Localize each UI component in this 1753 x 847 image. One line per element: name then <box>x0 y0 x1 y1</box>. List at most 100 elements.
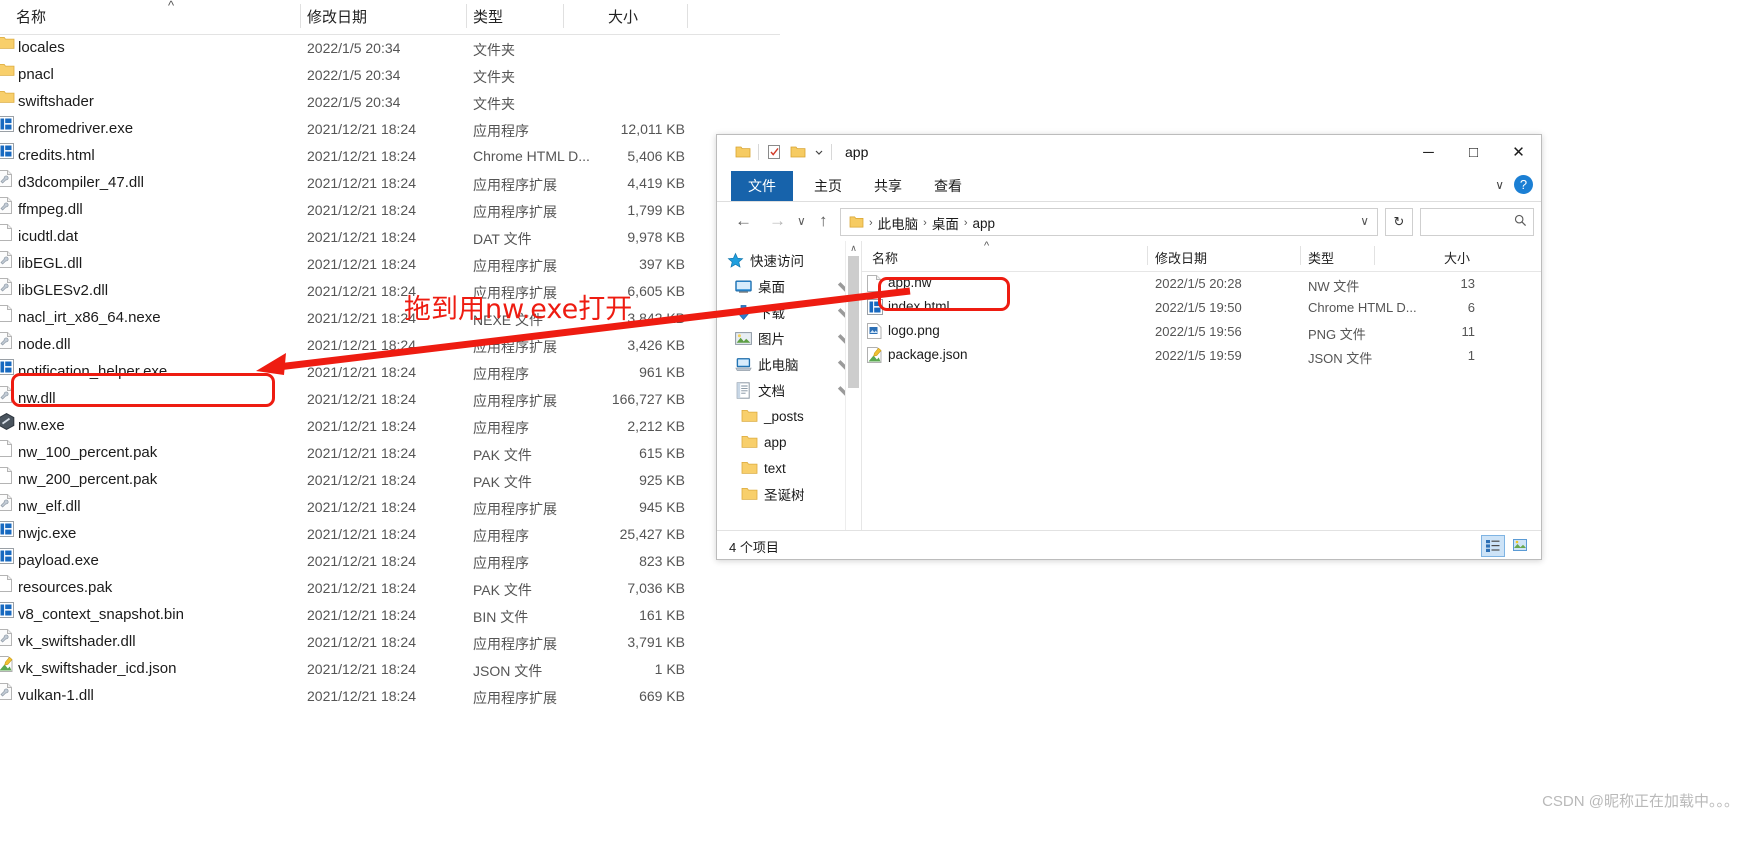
table-row[interactable]: d3dcompiler_47.dll 2021/12/21 18:24 应用程序扩展… <box>0 170 780 197</box>
table-row[interactable]: v8_context_snapshot.bin 2021/12/21 18:24 B… <box>0 602 780 629</box>
up-button[interactable]: ↑ <box>819 211 828 231</box>
column-header-size[interactable]: 大小 <box>608 6 638 27</box>
sidebar-item-4[interactable]: 此电脑▬ <box>717 351 861 377</box>
sidebar-item-0[interactable]: 快速访问 <box>717 247 861 273</box>
file-name: nwjc.exe <box>18 525 77 542</box>
table-row[interactable]: node.dll 2021/12/21 18:24 应用程序扩展 3,426 KB <box>0 332 780 359</box>
refresh-button[interactable]: ↻ <box>1385 208 1413 236</box>
table-row[interactable]: index.html 2022/1/5 19:50 Chrome HTML D...… <box>862 296 1541 320</box>
table-row[interactable]: nw_100_percent.pak 2021/12/21 18:24 PAK 文件… <box>0 440 780 467</box>
doc-icon <box>0 467 15 484</box>
table-row[interactable]: credits.html 2021/12/21 18:24 Chrome HTML … <box>0 143 780 170</box>
back-button[interactable]: ← <box>735 211 752 231</box>
window-controls[interactable]: ─ □ ✕ <box>1406 135 1541 169</box>
column-header-date[interactable]: 修改日期 <box>1155 248 1207 267</box>
properties-icon[interactable] <box>766 144 782 160</box>
tab-share[interactable]: 共享 <box>861 171 915 201</box>
tab-file[interactable]: 文件 <box>731 171 793 201</box>
table-row[interactable]: vulkan-1.dll 2021/12/21 18:24 应用程序扩展 669 KB <box>0 683 780 710</box>
column-header-type[interactable]: 类型 <box>1308 248 1334 267</box>
collapse-ribbon-icon[interactable]: ∨ <box>1495 178 1504 192</box>
table-row[interactable]: app.nw 2022/1/5 20:28 NW 文件 13 <box>862 272 1541 296</box>
table-row[interactable]: nw.dll 2021/12/21 18:24 应用程序扩展 166,727 KB <box>0 386 780 413</box>
sidebar-item-8[interactable]: text <box>717 455 861 481</box>
file-date: 2022/1/5 20:34 <box>307 40 401 56</box>
file-name: vulkan-1.dll <box>18 687 94 704</box>
table-row[interactable]: payload.exe 2021/12/21 18:24 应用程序 823 KB <box>0 548 780 575</box>
address-dropdown-icon[interactable]: ∨ <box>1360 214 1369 228</box>
scrollbar-thumb[interactable] <box>848 256 859 388</box>
file-type: PAK 文件 <box>473 474 532 490</box>
forward-button[interactable]: → <box>769 211 786 231</box>
scroll-up-icon[interactable]: ∧ <box>846 241 861 256</box>
file-date: 2021/12/21 18:24 <box>307 256 416 272</box>
column-header-size[interactable]: 大小 <box>1444 248 1470 267</box>
sidebar-item-3[interactable]: 图片▬ <box>717 325 861 351</box>
tab-view[interactable]: 查看 <box>921 171 975 201</box>
file-size: 669 KB <box>639 688 685 704</box>
dll-icon <box>0 170 15 187</box>
sidebar-item-9[interactable]: 圣诞树 <box>717 481 861 507</box>
sidebar-item-7[interactable]: app <box>717 429 861 455</box>
table-row[interactable]: nw.exe 2021/12/21 18:24 应用程序 2,212 KB <box>0 413 780 440</box>
sidebar-scrollbar[interactable]: ∧ ∨ <box>845 241 861 559</box>
minimize-button[interactable]: ─ <box>1406 135 1451 169</box>
table-row[interactable]: icudtl.dat 2021/12/21 18:24 DAT 文件 9,978 KB <box>0 224 780 251</box>
table-row[interactable]: logo.png 2022/1/5 19:56 PNG 文件 11 <box>862 320 1541 344</box>
table-row[interactable]: libEGL.dll 2021/12/21 18:24 应用程序扩展 397 KB <box>0 251 780 278</box>
window-titlebar[interactable]: app ─ □ ✕ <box>717 135 1541 171</box>
file-name: resources.pak <box>18 579 113 596</box>
table-row[interactable]: vk_swiftshader.dll 2021/12/21 18:24 应用程序扩展… <box>0 629 780 656</box>
sidebar-item-5[interactable]: 文档▬ <box>717 377 861 403</box>
table-row[interactable]: nw_200_percent.pak 2021/12/21 18:24 PAK 文件… <box>0 467 780 494</box>
doc-icon <box>0 440 15 457</box>
table-row[interactable]: chromedriver.exe 2021/12/21 18:24 应用程序 12,0… <box>0 116 780 143</box>
table-row[interactable]: pnacl 2022/1/5 20:34 文件夹 <box>0 62 780 89</box>
chevron-down-icon[interactable] <box>814 144 824 160</box>
table-row[interactable]: notification_helper.exe 2021/12/21 18:24 应… <box>0 359 780 386</box>
help-icon[interactable]: ? <box>1514 175 1533 194</box>
folder-icon <box>741 408 758 425</box>
table-row[interactable]: ffmpeg.dll 2021/12/21 18:24 应用程序扩展 1,799 KB <box>0 197 780 224</box>
file-size: 13 <box>1460 276 1475 291</box>
large-icons-view-icon[interactable] <box>1509 535 1531 555</box>
maximize-button[interactable]: □ <box>1451 135 1496 169</box>
folder-icon[interactable] <box>735 144 751 160</box>
table-row[interactable]: nacl_irt_x86_64.nexe 2021/12/21 18:24 NEXE… <box>0 305 780 332</box>
table-row[interactable]: nwjc.exe 2021/12/21 18:24 应用程序 25,427 KB <box>0 521 780 548</box>
tab-home[interactable]: 主页 <box>801 171 855 201</box>
quick-access-toolbar[interactable] <box>731 144 835 160</box>
table-row[interactable]: locales 2022/1/5 20:34 文件夹 <box>0 35 780 62</box>
table-row[interactable]: resources.pak 2021/12/21 18:24 PAK 文件 7,036… <box>0 575 780 602</box>
file-rows-container: app.nw 2022/1/5 20:28 NW 文件 13 index.html 202… <box>862 272 1541 368</box>
recent-locations-button[interactable]: ∨ <box>797 214 806 228</box>
window-body: 快速访问桌面▬下载▬图片▬此电脑▬文档▬ _postsapp text 圣诞树 ∧ ∨… <box>717 240 1541 559</box>
details-view-icon[interactable] <box>1481 535 1505 557</box>
column-header-date[interactable]: 修改日期 <box>307 6 367 27</box>
file-date: 2021/12/21 18:24 <box>307 499 416 515</box>
breadcrumb-desktop[interactable]: 桌面 <box>932 213 959 233</box>
table-row[interactable]: package.json 2022/1/5 19:59 JSON 文件 1 <box>862 344 1541 368</box>
table-row[interactable]: nw_elf.dll 2021/12/21 18:24 应用程序扩展 945 KB <box>0 494 780 521</box>
table-row[interactable]: libGLESv2.dll 2021/12/21 18:24 应用程序扩展 6,605… <box>0 278 780 305</box>
file-type: JSON 文件 <box>1308 351 1373 366</box>
file-type: 应用程序 <box>473 420 529 436</box>
breadcrumb-this-pc[interactable]: 此电脑 <box>878 213 919 233</box>
table-row[interactable]: vk_swiftshader_icd.json 2021/12/21 18:24 J… <box>0 656 780 683</box>
sidebar-item-1[interactable]: 桌面▬ <box>717 273 861 299</box>
column-header-name[interactable]: 名称 <box>872 248 898 267</box>
close-button[interactable]: ✕ <box>1496 135 1541 169</box>
file-name: node.dll <box>18 336 71 353</box>
new-folder-icon[interactable] <box>790 144 806 160</box>
file-name: logo.png <box>888 323 940 338</box>
file-name: libEGL.dll <box>18 255 83 272</box>
sidebar-item-6[interactable]: _posts <box>717 403 861 429</box>
view-mode-buttons[interactable] <box>1481 535 1531 557</box>
sidebar-item-2[interactable]: 下载▬ <box>717 299 861 325</box>
column-header-name[interactable]: 名称 <box>16 6 46 27</box>
address-bar[interactable]: › 此电脑 › 桌面 › app ∨ <box>840 208 1378 236</box>
search-input[interactable] <box>1420 208 1534 236</box>
table-row[interactable]: swiftshader 2022/1/5 20:34 文件夹 <box>0 89 780 116</box>
breadcrumb-app[interactable]: app <box>973 216 996 231</box>
column-header-type[interactable]: 类型 <box>473 6 503 27</box>
